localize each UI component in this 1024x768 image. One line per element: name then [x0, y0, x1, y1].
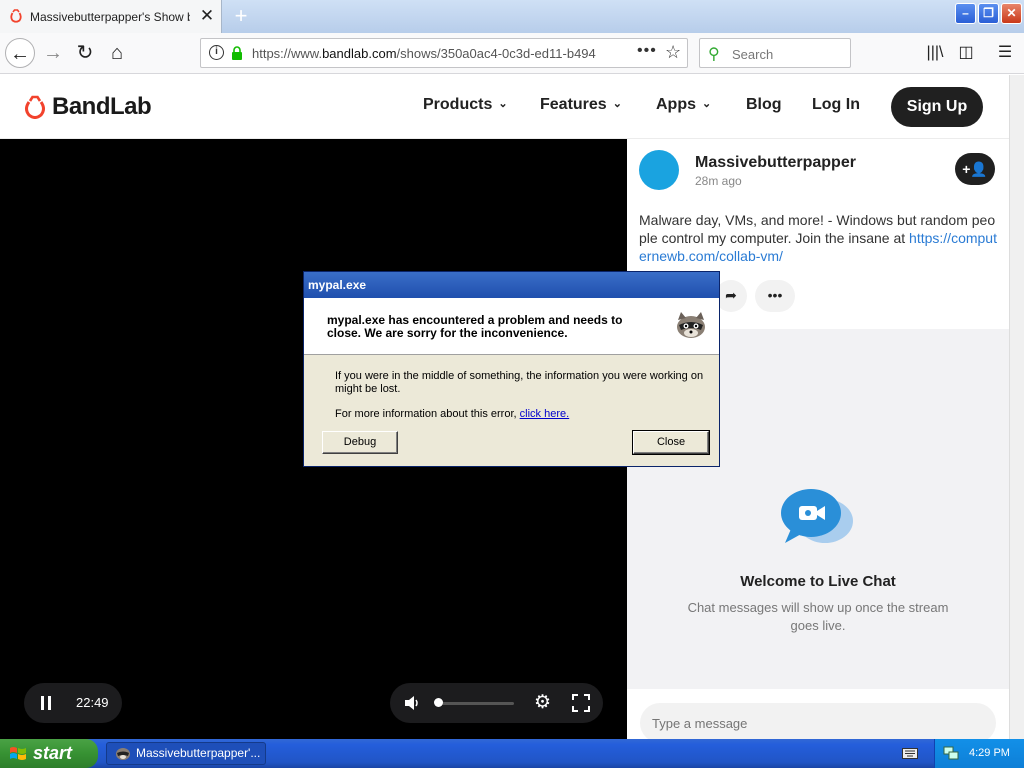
click-here-link[interactable]: click here.: [520, 408, 570, 420]
chevron-down-icon: ⌄: [498, 98, 508, 110]
chevron-down-icon: ⌄: [612, 98, 622, 110]
dialog-header: mypal.exe has encountered a problem and …: [304, 298, 719, 355]
volume-icon[interactable]: [402, 693, 422, 713]
bandlab-logo[interactable]: BandLab: [24, 93, 152, 120]
clock[interactable]: 4:29 PM: [969, 747, 1010, 759]
library-icon[interactable]: |||\: [924, 42, 946, 64]
error-dialog: mypal.exe mypal.exe has encountered a pr…: [303, 271, 720, 467]
site-info-icon[interactable]: i: [209, 45, 224, 60]
bandlab-favicon-icon: [10, 9, 22, 23]
new-tab-icon[interactable]: +: [230, 4, 252, 28]
window-close-icon[interactable]: ✕: [1001, 3, 1022, 24]
taskbar: start Massivebutterpapper'... 4:29 PM: [0, 739, 1024, 768]
taskbar-item-browser[interactable]: Massivebutterpapper'...: [106, 742, 266, 765]
url-bar[interactable]: i https://www.bandlab.com/shows/350a0ac4…: [200, 38, 688, 68]
avatar[interactable]: [639, 150, 679, 190]
sidebar-icon[interactable]: ◫: [955, 42, 977, 64]
taskbar-item-label: Massivebutterpapper'...: [136, 746, 261, 760]
search-icon: ⚲: [708, 46, 720, 63]
start-label: start: [33, 743, 73, 763]
fullscreen-icon[interactable]: [572, 694, 590, 712]
browser-tab-strip: Massivebutterpapper's Show by Massivebut…: [0, 0, 1024, 33]
home-icon[interactable]: ⌂: [102, 38, 132, 68]
forward-arrow-icon[interactable]: →: [38, 38, 68, 68]
system-tray: 4:29 PM: [934, 739, 1024, 768]
bandlab-logo-icon: [25, 95, 45, 119]
page-scrollbar[interactable]: [1009, 75, 1024, 739]
page-actions-icon[interactable]: •••: [637, 42, 657, 60]
site-header: BandLab Products ⌄ Features ⌄ Apps ⌄ Blog L…: [0, 75, 1009, 139]
window-controls: – ❐ ✕: [955, 3, 1022, 27]
keyboard-icon[interactable]: [902, 746, 918, 760]
nav-products[interactable]: Products ⌄: [423, 96, 508, 114]
start-button[interactable]: start: [0, 739, 98, 768]
search-input[interactable]: ⚲ Search: [699, 38, 851, 68]
nav-features[interactable]: Features ⌄: [540, 96, 622, 114]
tab-title: Massivebutterpapper's Show by Massivebut…: [30, 10, 190, 24]
close-button[interactable]: Close: [632, 430, 710, 455]
volume-knob[interactable]: [434, 698, 443, 707]
nav-blog[interactable]: Blog: [746, 96, 782, 114]
logo-text: BandLab: [52, 93, 152, 120]
post-description: Malware day, VMs, and more! - Windows bu…: [639, 212, 997, 264]
network-icon[interactable]: [943, 745, 959, 761]
playback-controls: 22:49: [24, 683, 122, 723]
restore-icon[interactable]: ❐: [978, 3, 999, 24]
back-arrow-icon[interactable]: ←: [5, 38, 35, 68]
chat-welcome-subtitle: Chat messages will show up once the stre…: [687, 600, 949, 633]
sign-up-button[interactable]: Sign Up: [891, 87, 983, 127]
debug-button[interactable]: Debug: [322, 431, 398, 454]
minimize-icon[interactable]: –: [955, 3, 976, 24]
gear-icon[interactable]: ⚙: [534, 691, 551, 714]
windows-logo-icon: [10, 747, 26, 760]
more-options-button[interactable]: •••: [755, 280, 795, 312]
search-placeholder: Search: [732, 47, 774, 62]
menu-hamburger-icon[interactable]: ☰: [994, 42, 1016, 64]
dialog-title[interactable]: mypal.exe: [304, 272, 719, 298]
browser-tab-active[interactable]: Massivebutterpapper's Show by Massivebut…: [0, 0, 222, 33]
volume-slider[interactable]: [438, 702, 514, 705]
tab-close-icon[interactable]: ✕: [198, 7, 216, 25]
chevron-down-icon: ⌄: [702, 98, 712, 110]
bookmark-star-icon[interactable]: ☆: [665, 42, 681, 63]
pause-icon[interactable]: [41, 696, 51, 710]
dialog-more-info: For more information about this error, c…: [335, 408, 570, 420]
dialog-headline: mypal.exe has encountered a problem and …: [327, 313, 623, 340]
chat-message-input[interactable]: [640, 703, 996, 743]
reload-icon[interactable]: ↻: [70, 38, 100, 68]
url-text[interactable]: https://www.bandlab.com/shows/350a0ac4-0…: [252, 46, 602, 61]
video-chat-icon: [781, 489, 853, 543]
browser-toolbar: ← → ↻ ⌂ i https://www.bandlab.com/shows/…: [0, 33, 1024, 74]
dialog-body-text: If you were in the middle of something, …: [335, 370, 704, 395]
raccoon-icon: [116, 748, 130, 760]
post-username[interactable]: Massivebutterpapper: [695, 154, 856, 172]
lock-icon: [232, 46, 242, 60]
post-time: 28m ago: [695, 174, 742, 188]
playback-time: 22:49: [76, 695, 109, 710]
nav-apps[interactable]: Apps ⌄: [656, 96, 711, 114]
chat-welcome-title: Welcome to Live Chat: [740, 573, 896, 590]
raccoon-icon: [677, 312, 705, 338]
chat-input-area: [627, 689, 1009, 743]
nav-login[interactable]: Log In: [812, 96, 860, 114]
player-settings-controls: ⚙: [390, 683, 603, 723]
follow-user-icon[interactable]: +👤: [955, 153, 995, 185]
